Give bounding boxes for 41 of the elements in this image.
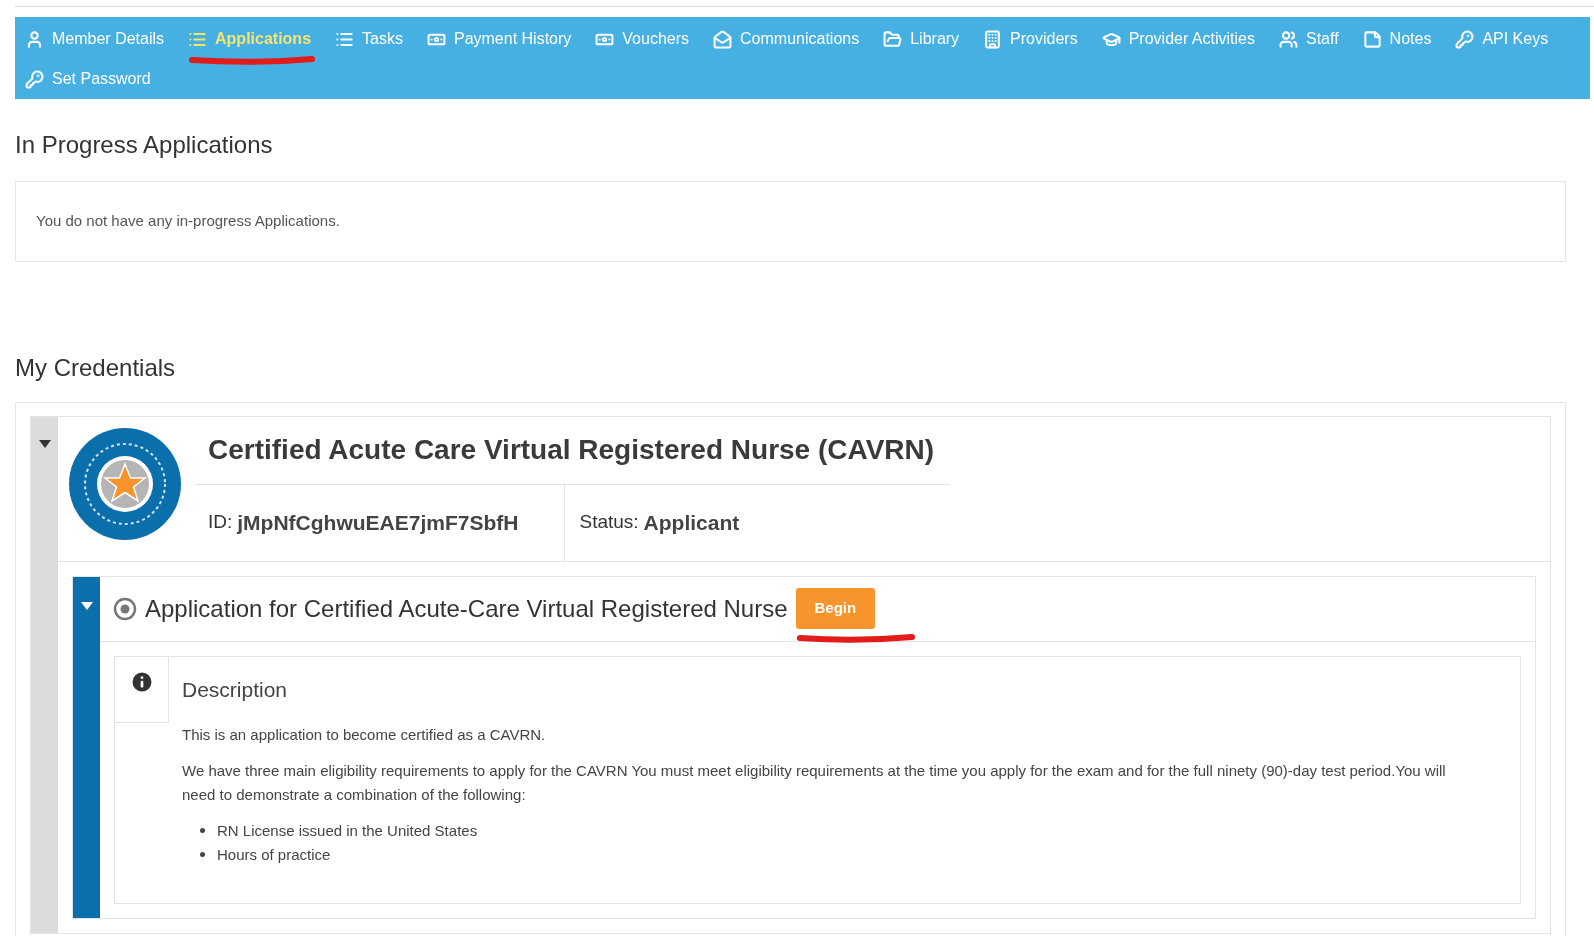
badge-icon <box>69 427 181 540</box>
credential-title: Certified Acute Care Virtual Registered Nurse (CAVRN) <box>208 432 935 467</box>
building-icon <box>983 29 1003 49</box>
nav-link[interactable]: Staff <box>1278 27 1339 51</box>
nav-link[interactable]: Tasks <box>335 27 403 51</box>
folder-icon <box>883 29 903 49</box>
key-icon <box>25 69 44 89</box>
key-icon <box>1455 29 1475 49</box>
nav-link[interactable]: Providers <box>983 27 1078 51</box>
nav-link[interactable]: Communications <box>713 27 860 51</box>
user-icon <box>25 29 44 49</box>
section-heading: In Progress Applications <box>15 130 274 160</box>
caret-icon[interactable] <box>79 600 94 611</box>
target-icon <box>113 596 137 621</box>
description-text: This is an application to become certified as a CAVRN. <box>182 724 547 745</box>
envelope-icon <box>713 29 733 49</box>
description-text: We have three main eligibility requirements to apply for the CAVRN You must meet eligibility requirements at the time you apply for the exam and for the full ninety (90)-day test period.You will need to demonstrate a combination of the following: <box>182 760 1447 805</box>
users-icon <box>1278 29 1298 49</box>
section-heading: My Credentials <box>15 352 177 383</box>
list-item: Hours of practice <box>217 844 331 865</box>
application-title: Application for Certified Acute-Care Virtual Registered Nurse <box>145 593 788 624</box>
id-label: ID: <box>208 510 233 535</box>
nav-link[interactable]: Set Password <box>25 67 151 91</box>
bullet-icon <box>200 852 205 857</box>
list-item: RN License issued in the United States <box>217 820 478 841</box>
caret-icon[interactable] <box>37 438 52 449</box>
description-title: Description <box>182 676 289 703</box>
status-label: Status: <box>579 510 639 535</box>
nav-link[interactable]: Notes <box>1362 27 1432 51</box>
nav-link[interactable]: Member Details <box>25 27 165 51</box>
credential-id: jMpNfCghwuEAE7jmF7SbfH <box>237 509 519 536</box>
empty-message: You do not have any in-progress Applications. <box>36 211 341 231</box>
bullet-icon <box>200 828 205 833</box>
nav-link[interactable]: Applications <box>188 27 312 51</box>
note-icon <box>1362 29 1382 49</box>
nav-link[interactable]: Provider Activities <box>1101 27 1255 51</box>
nav-link[interactable]: API Keys <box>1455 27 1549 51</box>
nav-link[interactable]: Payment History <box>426 27 572 51</box>
nav-link[interactable]: Library <box>883 27 960 51</box>
status-value: Applicant <box>643 509 740 536</box>
nav-link[interactable]: Vouchers <box>595 27 690 51</box>
